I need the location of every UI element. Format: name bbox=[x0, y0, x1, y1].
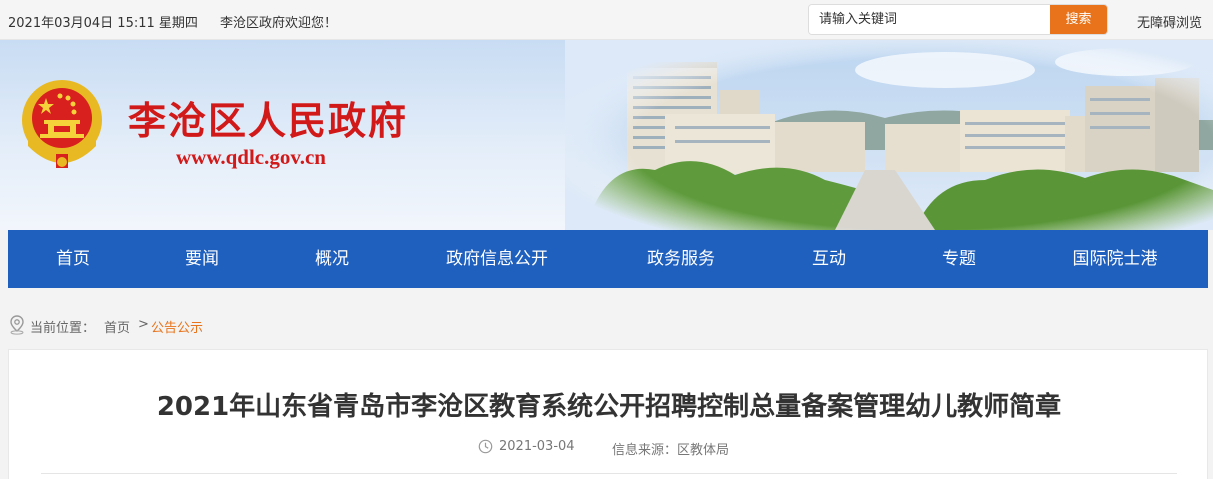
nav-item-interaction[interactable]: 互动 bbox=[812, 230, 846, 288]
breadcrumb-current[interactable]: 公告公示 bbox=[151, 317, 203, 336]
main-navigation: 首页 要闻 概况 政府信息公开 政务服务 互动 专题 国际院士港 bbox=[8, 230, 1208, 288]
divider bbox=[41, 473, 1177, 474]
nav-item-overview[interactable]: 概况 bbox=[315, 230, 349, 288]
government-building-photo bbox=[565, 40, 1213, 230]
breadcrumb-prefix: 当前位置： bbox=[30, 321, 96, 336]
article-panel: 2021年山东省青岛市李沧区教育系统公开招聘控制总量备案管理幼儿教师简章 202… bbox=[8, 349, 1208, 479]
top-bar: 2021年03月04日 15:11 星期四 李沧区政府欢迎您！ 搜索 无障碍浏览 bbox=[0, 0, 1213, 40]
nav-item-news[interactable]: 要闻 bbox=[185, 230, 219, 288]
article-title: 2021年山东省青岛市李沧区教育系统公开招聘控制总量备案管理幼儿教师简章 bbox=[156, 392, 1062, 422]
nav-item-home[interactable]: 首页 bbox=[56, 230, 90, 288]
site-banner: 李沧区人民政府 www.qdlc.gov.cn bbox=[0, 40, 1213, 230]
article-source: 信息来源：区教体局 bbox=[612, 443, 730, 458]
site-url: www.qdlc.gov.cn bbox=[176, 145, 326, 169]
site-name: 李沧区人民政府 bbox=[128, 98, 409, 143]
accessibility-link[interactable]: 无障碍浏览 bbox=[1137, 12, 1202, 31]
breadcrumb-home-link[interactable]: 首页 bbox=[104, 317, 130, 336]
search-box: 搜索 bbox=[808, 4, 1108, 35]
welcome-text: 李沧区政府欢迎您！ bbox=[220, 16, 338, 31]
national-emblem-icon bbox=[22, 80, 102, 168]
search-input[interactable] bbox=[809, 5, 1051, 34]
breadcrumb-separator: > bbox=[138, 317, 149, 332]
nav-item-topics[interactable]: 专题 bbox=[942, 230, 976, 288]
clock-icon bbox=[478, 439, 493, 454]
nav-item-academician-port[interactable]: 国际院士港 bbox=[1073, 230, 1158, 288]
nav-item-services[interactable]: 政务服务 bbox=[647, 230, 715, 288]
nav-item-info-disclosure[interactable]: 政府信息公开 bbox=[446, 230, 548, 288]
search-button[interactable]: 搜索 bbox=[1050, 5, 1107, 34]
current-date: 2021年03月04日 15:11 星期四 bbox=[8, 16, 198, 31]
article-date: 2021-03-04 bbox=[499, 439, 575, 454]
location-pin-icon bbox=[10, 315, 24, 335]
